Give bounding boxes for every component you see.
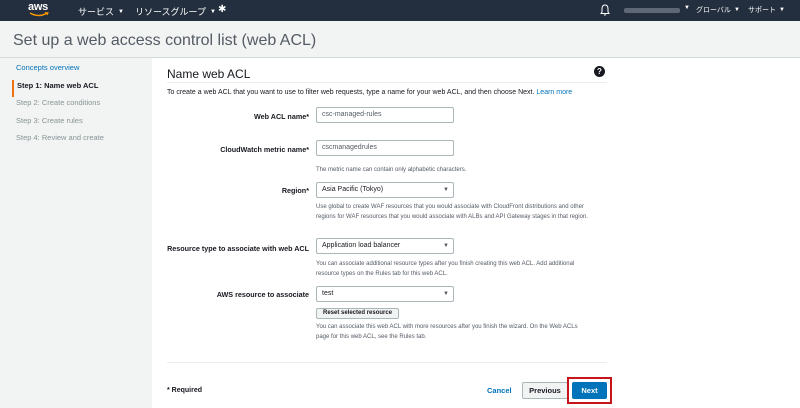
web-acl-name-input[interactable]: csc-managed-rules bbox=[316, 107, 454, 123]
cancel-button[interactable]: Cancel bbox=[487, 386, 512, 395]
aws-smile-icon bbox=[29, 12, 49, 17]
aws-resource-help: You can associate this web ACL with more… bbox=[316, 324, 578, 340]
account-name-redacted[interactable] bbox=[624, 8, 680, 13]
resource-type-select-value: Application load balancer bbox=[322, 242, 401, 249]
learn-more-link[interactable]: Learn more bbox=[536, 89, 572, 96]
previous-button[interactable]: Previous bbox=[522, 382, 568, 399]
support-label: サポート bbox=[748, 7, 776, 14]
metric-name-help: The metric name can contain only alphabe… bbox=[316, 167, 467, 173]
support-menu[interactable]: サポート ▼ bbox=[748, 5, 785, 15]
required-note: * Required bbox=[167, 387, 203, 394]
divider bbox=[167, 362, 607, 363]
services-label: サービス bbox=[78, 7, 115, 17]
resource-type-help: You can associate additional resource ty… bbox=[316, 261, 575, 277]
main-panel: Name web ACL ? To create a web ACL that … bbox=[152, 58, 800, 408]
chevron-down-icon: ▼ bbox=[779, 7, 785, 13]
chevron-down-icon: ▼ bbox=[733, 7, 740, 13]
caret-down-icon: ▼ bbox=[443, 243, 449, 249]
resource-groups-label: リソースグループ bbox=[135, 7, 207, 17]
chevron-down-icon: ▼ bbox=[118, 8, 124, 15]
top-nav: aws サービス ▼ リソースグループ ▼ ✱ ▼ グローバル ▼ サポート ▼ bbox=[0, 0, 800, 21]
pin-icon[interactable]: ✱ bbox=[218, 4, 226, 15]
divider bbox=[167, 82, 607, 83]
help-icon[interactable]: ? bbox=[594, 66, 605, 77]
region-label: グローバル bbox=[696, 7, 731, 14]
page-title: Set up a web access control list (web AC… bbox=[13, 32, 317, 49]
aws-logo[interactable]: aws bbox=[28, 1, 50, 19]
services-menu[interactable]: サービス ▼ bbox=[78, 5, 124, 18]
aws-resource-select-value: test bbox=[322, 290, 334, 297]
bell-icon[interactable] bbox=[600, 4, 610, 16]
web-acl-name-label: Web ACL name* bbox=[254, 112, 309, 121]
aws-resource-select[interactable]: test ▼ bbox=[316, 286, 454, 302]
region-menu[interactable]: グローバル ▼ bbox=[696, 5, 740, 15]
caret-down-icon: ▼ bbox=[443, 291, 449, 297]
next-button[interactable]: Next bbox=[572, 382, 607, 399]
region-select-value: Asia Pacific (Tokyo) bbox=[322, 186, 384, 193]
chevron-down-icon: ▼ bbox=[210, 8, 216, 15]
region-select[interactable]: Asia Pacific (Tokyo) ▼ bbox=[316, 182, 454, 198]
step-concepts-overview[interactable]: Concepts overview bbox=[12, 62, 142, 80]
resource-groups-menu[interactable]: リソースグループ ▼ bbox=[135, 5, 216, 18]
intro-text: To create a web ACL that you want to use… bbox=[167, 89, 572, 96]
region-help: Use global to create WAF resources that … bbox=[316, 204, 588, 220]
cloudwatch-metric-name-label: CloudWatch metric name* bbox=[220, 145, 309, 154]
caret-down-icon: ▼ bbox=[443, 187, 449, 193]
wizard-steps: Concepts overview Step 1: Name web ACL S… bbox=[12, 62, 142, 150]
aws-resource-label: AWS resource to associate bbox=[216, 290, 309, 299]
reset-selected-resource-button[interactable]: Reset selected resource bbox=[316, 308, 400, 319]
chevron-down-icon: ▼ bbox=[684, 5, 690, 11]
region-label: Region* bbox=[281, 186, 309, 195]
step-1-name-web-acl: Step 1: Name web ACL bbox=[12, 79, 142, 97]
cloudwatch-metric-name-input[interactable]: cscmanagedrules bbox=[316, 140, 454, 156]
intro-sentence: To create a web ACL that you want to use… bbox=[167, 89, 535, 96]
resource-type-label: Resource type to associate with web ACL bbox=[167, 244, 309, 253]
resource-type-select[interactable]: Application load balancer ▼ bbox=[316, 238, 454, 254]
panel-title: Name web ACL bbox=[167, 67, 251, 81]
